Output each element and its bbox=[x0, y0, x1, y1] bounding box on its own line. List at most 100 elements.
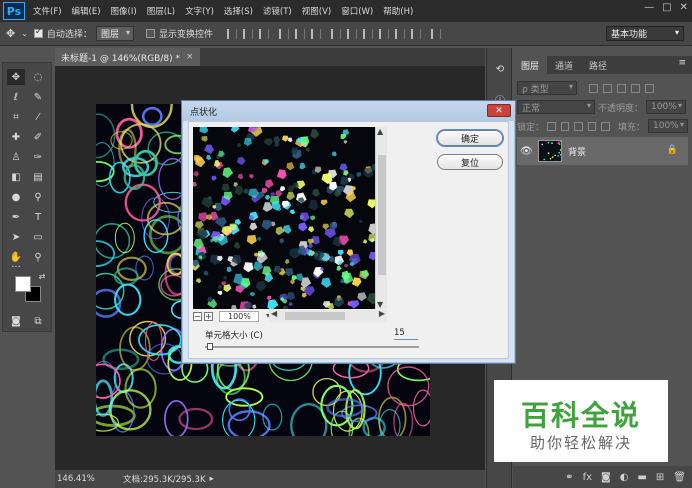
dialog-close-button[interactable]: ✕ bbox=[487, 104, 511, 117]
crop-tool-icon[interactable]: ⌗ bbox=[7, 109, 25, 125]
filter-type-icon[interactable] bbox=[617, 83, 626, 93]
marquee-tool-icon[interactable]: ◌ bbox=[29, 69, 47, 85]
opacity-input[interactable]: 100% bbox=[646, 100, 687, 114]
type-tool-icon[interactable]: T bbox=[29, 209, 47, 225]
distribute-vcenter-icon[interactable] bbox=[346, 28, 357, 39]
more-tools-icon[interactable]: ··· bbox=[7, 261, 25, 273]
scroll-left-icon[interactable]: ◀ bbox=[271, 309, 277, 318]
healing-brush-tool-icon[interactable]: ✚ bbox=[7, 129, 25, 145]
filter-smart-icon[interactable] bbox=[645, 83, 654, 93]
cell-size-input[interactable]: 15 bbox=[394, 328, 418, 340]
new-group-icon[interactable]: ▬ bbox=[637, 472, 646, 483]
scroll-right-icon[interactable]: ▶ bbox=[379, 309, 385, 318]
quick-select-tool-icon[interactable]: ✎ bbox=[29, 89, 47, 105]
move-tool-icon[interactable]: ✥ bbox=[7, 69, 25, 85]
dodge-tool-icon[interactable]: ⚲ bbox=[29, 189, 47, 205]
menu-window[interactable]: 窗口(W) bbox=[341, 5, 373, 17]
align-vcenter-icon[interactable] bbox=[242, 28, 253, 39]
close-tab-icon[interactable]: × bbox=[186, 52, 194, 62]
swap-colors-icon[interactable]: ⇄ bbox=[33, 271, 51, 281]
lock-image-icon[interactable] bbox=[560, 121, 570, 131]
distribute-right-icon[interactable] bbox=[410, 28, 421, 39]
menu-edit[interactable]: 编辑(E) bbox=[72, 5, 101, 17]
foreground-color-swatch[interactable] bbox=[15, 276, 31, 292]
brush-tool-icon[interactable]: ✐ bbox=[29, 129, 47, 145]
auto-align-icon[interactable] bbox=[430, 28, 441, 39]
menu-type[interactable]: 文字(Y) bbox=[185, 5, 214, 17]
align-hcenter-icon[interactable] bbox=[294, 28, 305, 39]
menu-file[interactable]: 文件(F) bbox=[33, 5, 62, 17]
menu-select[interactable]: 选择(S) bbox=[224, 5, 253, 17]
lasso-tool-icon[interactable]: ℓ bbox=[7, 89, 25, 105]
lock-all-icon[interactable] bbox=[601, 121, 610, 131]
new-layer-icon[interactable]: ⊞ bbox=[656, 472, 664, 483]
shape-tool-icon[interactable]: ▭ bbox=[29, 229, 47, 245]
maximize-button[interactable]: □ bbox=[662, 2, 671, 13]
move-tool-icon[interactable]: ✥ bbox=[6, 27, 15, 40]
workspace-select[interactable]: 基本功能 bbox=[606, 26, 684, 41]
ok-button[interactable]: 确定 bbox=[437, 130, 503, 146]
auto-select-target-select[interactable]: 图层 bbox=[95, 26, 134, 41]
eye-icon[interactable]: 👁 bbox=[520, 146, 534, 157]
distribute-bottom-icon[interactable] bbox=[362, 28, 373, 39]
document-tab[interactable]: 未标题-1 @ 146%(RGB/8) * × bbox=[55, 48, 200, 66]
eyedropper-tool-icon[interactable]: ⁄ bbox=[29, 109, 47, 125]
align-top-icon[interactable] bbox=[226, 28, 237, 39]
layer-style-icon[interactable]: fx bbox=[583, 472, 592, 483]
distribute-hcenter-icon[interactable] bbox=[394, 28, 405, 39]
menu-help[interactable]: 帮助(H) bbox=[383, 5, 413, 17]
scroll-up-icon[interactable]: ▲ bbox=[377, 127, 383, 136]
auto-select-checkbox[interactable] bbox=[33, 27, 43, 38]
status-menu-arrow-icon[interactable]: ▸ bbox=[210, 474, 214, 484]
trash-icon[interactable]: 🗑 bbox=[673, 472, 686, 483]
zoom-in-button[interactable]: + bbox=[204, 311, 213, 321]
filter-pixel-icon[interactable] bbox=[589, 83, 598, 93]
tab-layers[interactable]: 图层 bbox=[513, 56, 548, 74]
filter-preview[interactable] bbox=[193, 127, 375, 309]
menu-layer[interactable]: 图层(L) bbox=[147, 5, 175, 17]
preview-vertical-scrollbar[interactable]: ▲ ▼ bbox=[375, 127, 387, 309]
eraser-tool-icon[interactable]: ◧ bbox=[7, 169, 25, 185]
panel-menu-icon[interactable]: ≡ bbox=[678, 58, 686, 68]
preview-horizontal-scrollbar[interactable]: ◀ ▶ bbox=[269, 309, 387, 322]
blend-mode-select[interactable]: 正常 bbox=[517, 100, 595, 114]
clone-stamp-tool-icon[interactable]: ♙ bbox=[7, 149, 25, 165]
menu-image[interactable]: 图像(I) bbox=[111, 5, 137, 17]
show-transform-checkbox[interactable] bbox=[145, 29, 155, 38]
add-mask-icon[interactable]: ◙ bbox=[601, 472, 611, 483]
link-layers-icon[interactable]: ⚭ bbox=[565, 472, 573, 483]
align-right-icon[interactable] bbox=[310, 28, 321, 39]
horizontal-scroll-thumb[interactable] bbox=[285, 312, 345, 320]
adjustment-layer-icon[interactable]: ◐ bbox=[620, 472, 629, 483]
menu-filter[interactable]: 滤镜(T) bbox=[263, 5, 292, 17]
pen-tool-icon[interactable]: ✒ bbox=[7, 209, 25, 225]
lock-artboard-icon[interactable] bbox=[587, 121, 597, 131]
layer-row[interactable]: 👁 背景 🔒 bbox=[517, 137, 688, 165]
cell-size-slider-handle[interactable] bbox=[207, 343, 213, 350]
close-window-button[interactable]: ✕ bbox=[680, 2, 688, 13]
preview-zoom-value[interactable]: 100% bbox=[219, 310, 270, 322]
menu-view[interactable]: 视图(V) bbox=[302, 5, 331, 17]
distribute-top-icon[interactable] bbox=[330, 28, 341, 39]
tab-channels[interactable]: 通道 bbox=[547, 56, 581, 74]
minimize-button[interactable]: — bbox=[644, 2, 654, 13]
distribute-left-icon[interactable] bbox=[378, 28, 389, 39]
lock-transparent-icon[interactable] bbox=[547, 121, 556, 131]
quick-mask-icon[interactable]: ◙ bbox=[7, 313, 25, 329]
align-left-icon[interactable] bbox=[278, 28, 289, 39]
path-select-tool-icon[interactable]: ➤ bbox=[7, 229, 25, 245]
align-bottom-icon[interactable] bbox=[258, 28, 269, 39]
dialog-titlebar[interactable]: 点状化 ✕ bbox=[182, 101, 515, 121]
fill-input[interactable]: 100% bbox=[648, 119, 688, 133]
scroll-down-icon[interactable]: ▼ bbox=[377, 300, 383, 309]
filter-shape-icon[interactable] bbox=[631, 83, 640, 93]
zoom-tool-icon[interactable]: ⚲ bbox=[29, 249, 47, 265]
vertical-scroll-thumb[interactable] bbox=[378, 155, 386, 275]
reset-button[interactable]: 复位 bbox=[437, 154, 503, 170]
screen-mode-icon[interactable]: ⧉ bbox=[29, 313, 47, 329]
tool-preset-chevron-icon[interactable]: ⌄ bbox=[21, 29, 28, 38]
filter-adjust-icon[interactable] bbox=[603, 83, 612, 93]
history-panel-icon[interactable]: ⟲ bbox=[492, 62, 508, 76]
tab-paths[interactable]: 路径 bbox=[581, 56, 615, 74]
cell-size-slider-track[interactable] bbox=[205, 346, 419, 348]
